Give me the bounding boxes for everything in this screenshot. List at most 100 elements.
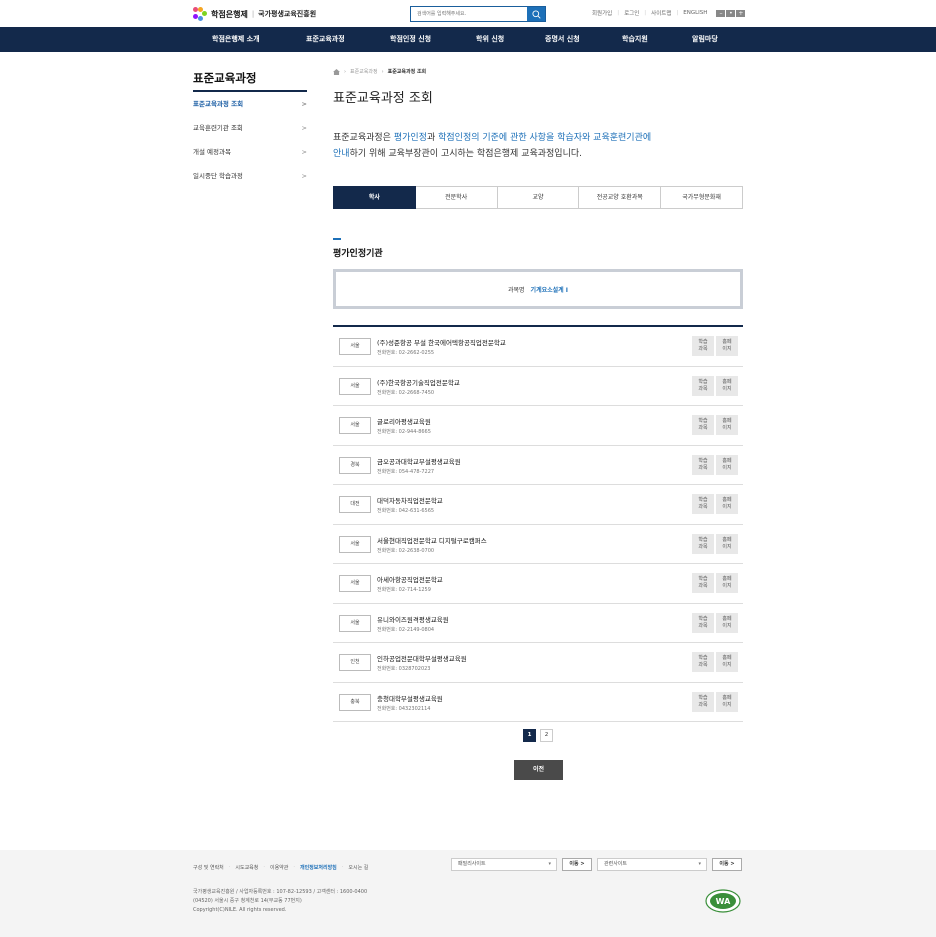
family-site-go-button[interactable]: 이동 > bbox=[562, 858, 592, 871]
related-site-select[interactable]: 관련사이트 ▾ bbox=[597, 858, 707, 871]
web-accessibility-mark-text: WA bbox=[716, 897, 731, 906]
side-nav-item-curriculum-search[interactable]: 표준교육과정 조회 > bbox=[193, 92, 307, 116]
homepage-button[interactable]: 홈페 이지 bbox=[716, 415, 738, 435]
button-label: 홈페 bbox=[722, 694, 732, 701]
breadcrumb-item[interactable]: 표준교육과정 bbox=[350, 68, 378, 75]
tab-liberal-arts[interactable]: 교양 bbox=[497, 186, 580, 209]
side-nav-item-suspended-courses[interactable]: 일시중단 학습과정 > bbox=[193, 164, 307, 188]
gnb-item-certificate[interactable]: 증명서 신청 bbox=[545, 27, 580, 52]
button-label: 학습 bbox=[698, 615, 708, 622]
tab-bachelor[interactable]: 학사 bbox=[333, 186, 416, 209]
row-actions: 학습 과목 홈페 이지 bbox=[692, 375, 738, 396]
homepage-button[interactable]: 홈페 이지 bbox=[716, 533, 738, 554]
family-site-label: 패밀리사이트 bbox=[458, 861, 486, 867]
search-button[interactable] bbox=[527, 7, 545, 21]
font-decrease-button[interactable]: – bbox=[716, 9, 726, 17]
course-info-button[interactable]: 학습 과목 bbox=[692, 336, 714, 356]
course-info-button[interactable]: 학습 과목 bbox=[692, 612, 714, 633]
course-info-button[interactable]: 학습 과목 bbox=[692, 573, 714, 593]
divider: · bbox=[228, 864, 231, 870]
intro-highlight: 안내 bbox=[333, 149, 350, 159]
homepage-button[interactable]: 홈페 이지 bbox=[716, 573, 738, 593]
site-logo[interactable]: 학점은행제 | 국가평생교육진흥원 bbox=[193, 7, 316, 21]
font-increase-button[interactable]: + bbox=[736, 9, 746, 17]
gnb-item-curriculum[interactable]: 표준교육과정 bbox=[306, 27, 345, 52]
footer-link-privacy[interactable]: 개인정보처리방침 bbox=[300, 864, 337, 871]
button-label: 홈페 bbox=[722, 378, 732, 385]
search-icon bbox=[531, 9, 541, 19]
signup-link[interactable]: 회원가입 bbox=[587, 9, 617, 17]
prev-button[interactable]: 이전 bbox=[514, 760, 563, 780]
page-2-button[interactable]: 2 bbox=[540, 729, 553, 742]
search-input[interactable] bbox=[411, 7, 527, 21]
login-link[interactable]: 로그인 bbox=[619, 9, 644, 17]
section-title: 평가인정기관 bbox=[333, 249, 383, 259]
page-1-button[interactable]: 1 bbox=[523, 729, 536, 742]
chevron-right-icon: > bbox=[301, 100, 307, 108]
gnb-item-notice[interactable]: 알림마당 bbox=[692, 27, 718, 52]
footer-link-contact[interactable]: 구성 및 연락처 bbox=[193, 864, 224, 871]
button-label: 과목 bbox=[698, 543, 708, 550]
footer-link-terms[interactable]: 이용약관 bbox=[270, 864, 288, 871]
course-info-button[interactable]: 학습 과목 bbox=[692, 691, 714, 712]
side-nav-label: 교육훈련기관 조회 bbox=[193, 124, 243, 132]
button-label: 학습 bbox=[698, 576, 708, 582]
tab-compatible-courses[interactable]: 전공교양 호환과목 bbox=[579, 186, 662, 209]
homepage-button[interactable]: 홈페 이지 bbox=[716, 652, 738, 672]
sitemap-link[interactable]: 사이트맵 bbox=[646, 9, 676, 17]
institution-name: 서울현대직업전문학교 디지털구로캠퍼스 bbox=[377, 536, 487, 545]
course-info-button[interactable]: 학습 과목 bbox=[692, 533, 714, 554]
course-info-button[interactable]: 학습 과목 bbox=[692, 415, 714, 435]
homepage-button[interactable]: 홈페 이지 bbox=[716, 494, 738, 514]
side-nav-label: 표준교육과정 조회 bbox=[193, 100, 244, 108]
region-badge: 서울 bbox=[339, 614, 371, 632]
row-actions: 학습 과목 홈페 이지 bbox=[692, 652, 738, 672]
chevron-right-icon: > bbox=[301, 148, 307, 156]
logo-main-text: 학점은행제 bbox=[211, 9, 248, 19]
top-bar: 학점은행제 | 국가평생교육진흥원 회원가입 | 로그인 | 사이트맵 | EN… bbox=[0, 0, 936, 27]
region-badge: 대전 bbox=[339, 496, 371, 513]
gnb-item-learning-support[interactable]: 학습지원 bbox=[622, 27, 648, 52]
course-info-button[interactable]: 학습 과목 bbox=[692, 454, 714, 475]
course-info-button[interactable]: 학습 과목 bbox=[692, 652, 714, 672]
button-label: 홈페 bbox=[722, 536, 732, 543]
footer-link-directions[interactable]: 오시는 길 bbox=[348, 864, 368, 871]
main-content: › 표준교육과정 › 표준교육과정 조회 표준교육과정 조회 표준교육과정은 평… bbox=[333, 68, 743, 780]
button-label: 과목 bbox=[698, 504, 708, 510]
family-site-select[interactable]: 패밀리사이트 ▾ bbox=[451, 858, 557, 871]
table-row: 서울 (주)성준항공 부설 한국에어텍항공직업전문학교 전화번호: 02-2662-… bbox=[333, 327, 743, 367]
button-label: 학습 bbox=[698, 536, 708, 543]
footer-link-education-office[interactable]: 시도교육청 bbox=[235, 864, 258, 871]
related-site-go-button[interactable]: 이동 > bbox=[712, 858, 742, 871]
row-actions: 학습 과목 홈페 이지 bbox=[692, 573, 738, 593]
row-actions: 학습 과목 홈페 이지 bbox=[692, 612, 738, 633]
institution-name: 충청대학부설평생교육원 bbox=[377, 694, 443, 703]
homepage-button[interactable]: 홈페 이지 bbox=[716, 612, 738, 633]
font-reset-button[interactable]: • bbox=[726, 9, 736, 17]
gnb-item-about[interactable]: 학점은행제 소개 bbox=[212, 27, 260, 52]
tab-associate[interactable]: 전문학사 bbox=[415, 186, 498, 209]
course-info-button[interactable]: 학습 과목 bbox=[692, 375, 714, 396]
side-nav-item-institution-search[interactable]: 교육훈련기관 조회 > bbox=[193, 116, 307, 140]
region-badge: 서울 bbox=[339, 377, 371, 395]
button-label: 학습 bbox=[698, 418, 708, 424]
logo-org-text: 국가평생교육진흥원 bbox=[258, 10, 317, 18]
homepage-button[interactable]: 홈페 이지 bbox=[716, 691, 738, 712]
homepage-button[interactable]: 홈페 이지 bbox=[716, 336, 738, 356]
tab-intangible-heritage[interactable]: 국가무형문화재 bbox=[661, 186, 743, 209]
homepage-button[interactable]: 홈페 이지 bbox=[716, 454, 738, 475]
institution-phone: 전화번호: 02-2149-0804 bbox=[377, 626, 435, 633]
course-name: 기계요소설계 I bbox=[530, 286, 568, 294]
institution-name: 금오공과대학교부설평생교육원 bbox=[377, 457, 461, 466]
button-label: 학습 bbox=[698, 457, 708, 464]
gnb-item-credit-apply[interactable]: 학점인정 신청 bbox=[390, 27, 431, 52]
english-link[interactable]: ENGLISH bbox=[678, 10, 712, 16]
homepage-button[interactable]: 홈페 이지 bbox=[716, 375, 738, 396]
gnb-item-degree-apply[interactable]: 학위 신청 bbox=[476, 27, 504, 52]
table-row: 인천 인하공업전문대학부설평생교육원 전화번호: 0328702023 학습 과목 홈페 이… bbox=[333, 643, 743, 683]
home-icon[interactable] bbox=[333, 68, 340, 75]
button-label: 홈페 bbox=[722, 576, 732, 582]
course-info-button[interactable]: 학습 과목 bbox=[692, 494, 714, 514]
intro-part: 하기 위해 교육부장관이 고시하는 학점은행제 교육과정입니다. bbox=[349, 149, 583, 159]
side-nav-item-planned-courses[interactable]: 개설 예정과목 > bbox=[193, 140, 307, 164]
